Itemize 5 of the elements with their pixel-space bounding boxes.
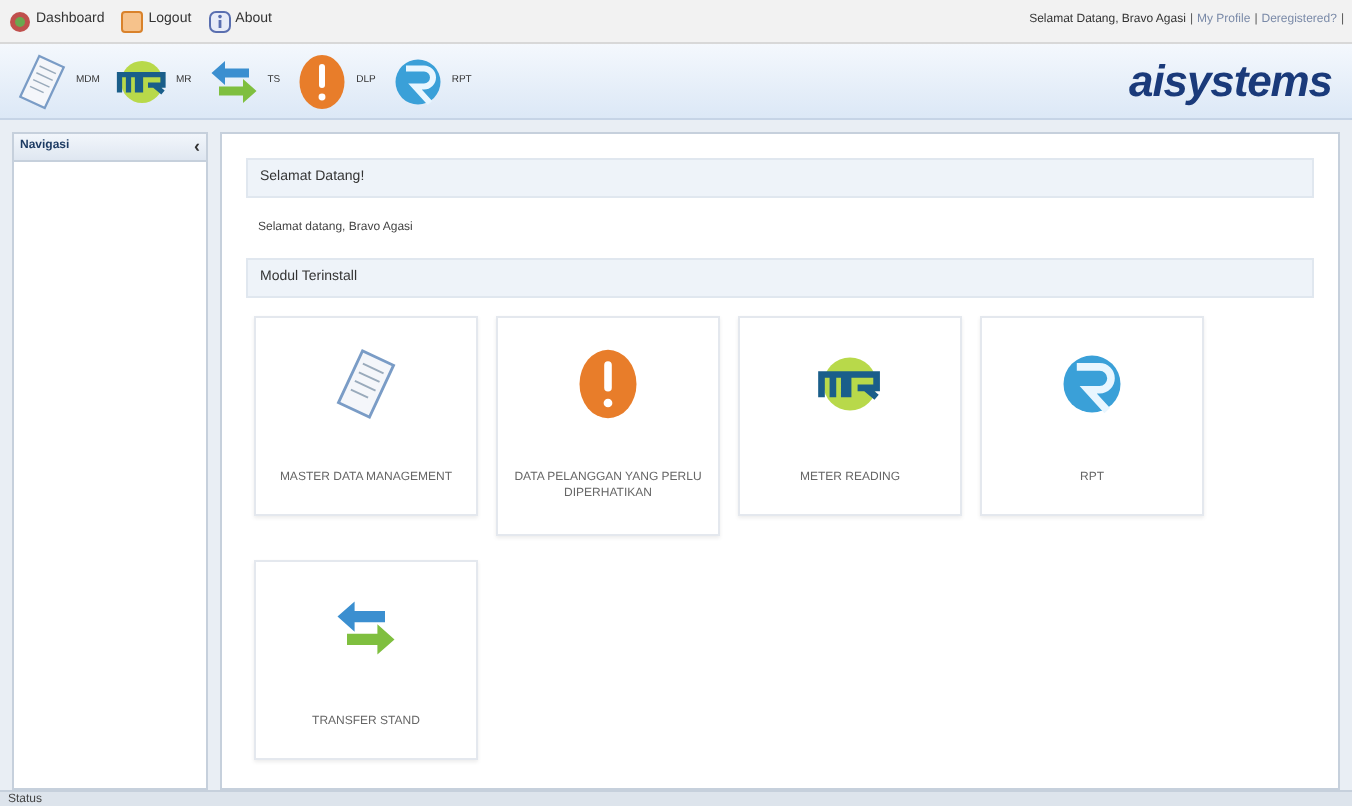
dashboard-icon (8, 9, 32, 33)
logout-icon (120, 9, 145, 33)
collapse-button[interactable]: ‹ (194, 138, 200, 156)
logo: aisystems (1129, 54, 1332, 110)
info-icon (207, 9, 232, 33)
